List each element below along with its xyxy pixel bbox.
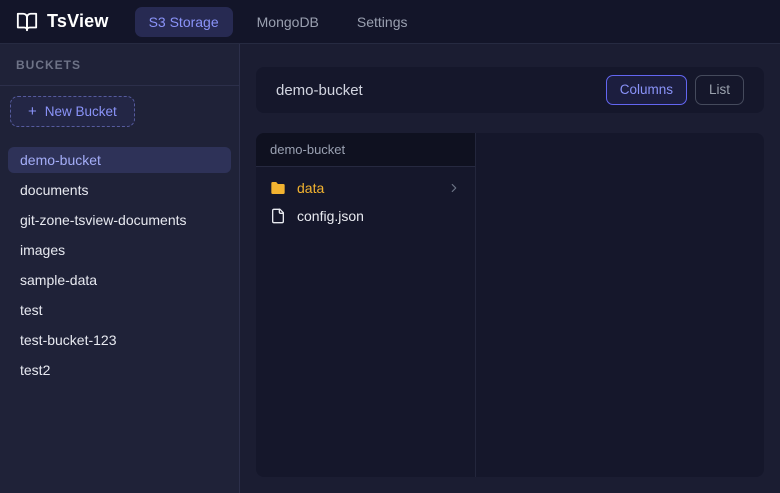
new-bucket-button[interactable]: + New Bucket bbox=[10, 96, 135, 127]
bucket-item-documents[interactable]: documents bbox=[8, 177, 231, 203]
bucket-toolbar: demo-bucket Columns List bbox=[256, 67, 764, 113]
bucket-item-test[interactable]: test bbox=[8, 297, 231, 323]
bucket-item-test2[interactable]: test2 bbox=[8, 357, 231, 383]
new-bucket-label: New Bucket bbox=[45, 104, 117, 119]
app-logo: TsView bbox=[16, 11, 109, 33]
main-content: demo-bucket Columns List demo-bucket dat… bbox=[240, 44, 780, 493]
file-column: demo-bucket data bbox=[256, 133, 476, 477]
file-row-data[interactable]: data bbox=[256, 175, 475, 201]
new-bucket-area: + New Bucket bbox=[0, 86, 239, 139]
list-view-button[interactable]: List bbox=[695, 75, 744, 105]
book-open-icon bbox=[16, 11, 38, 33]
tab-s3-storage[interactable]: S3 Storage bbox=[135, 7, 233, 37]
bucket-title: demo-bucket bbox=[276, 82, 363, 99]
bucket-item-sample-data[interactable]: sample-data bbox=[8, 267, 231, 293]
app-body: BUCKETS + New Bucket demo-bucket documen… bbox=[0, 44, 780, 493]
buckets-section-title: BUCKETS bbox=[0, 44, 239, 86]
bucket-item-demo-bucket[interactable]: demo-bucket bbox=[8, 147, 231, 173]
file-icon bbox=[270, 208, 286, 224]
bucket-item-images[interactable]: images bbox=[8, 237, 231, 263]
file-name: data bbox=[297, 180, 447, 196]
chevron-right-icon bbox=[447, 181, 461, 195]
view-toggle: Columns List bbox=[606, 75, 744, 105]
topbar: TsView S3 Storage MongoDB Settings bbox=[0, 0, 780, 44]
file-name: config.json bbox=[297, 208, 461, 224]
folder-icon bbox=[270, 180, 286, 196]
main-nav: S3 Storage MongoDB Settings bbox=[135, 7, 422, 37]
columns-view-button[interactable]: Columns bbox=[606, 75, 687, 105]
file-row-config-json[interactable]: config.json bbox=[256, 203, 475, 229]
tab-settings[interactable]: Settings bbox=[343, 7, 422, 37]
files-panel: demo-bucket data bbox=[256, 133, 764, 477]
app-title: TsView bbox=[47, 11, 109, 32]
bucket-item-test-bucket-123[interactable]: test-bucket-123 bbox=[8, 327, 231, 353]
plus-icon: + bbox=[28, 104, 37, 119]
sidebar: BUCKETS + New Bucket demo-bucket documen… bbox=[0, 44, 240, 493]
bucket-item-git-zone-tsview-documents[interactable]: git-zone-tsview-documents bbox=[8, 207, 231, 233]
column-header: demo-bucket bbox=[256, 133, 475, 167]
file-rows: data config.json bbox=[256, 167, 475, 239]
app-root: TsView S3 Storage MongoDB Settings BUCKE… bbox=[0, 0, 780, 493]
bucket-list: demo-bucket documents git-zone-tsview-do… bbox=[0, 139, 239, 387]
tab-mongodb[interactable]: MongoDB bbox=[243, 7, 333, 37]
